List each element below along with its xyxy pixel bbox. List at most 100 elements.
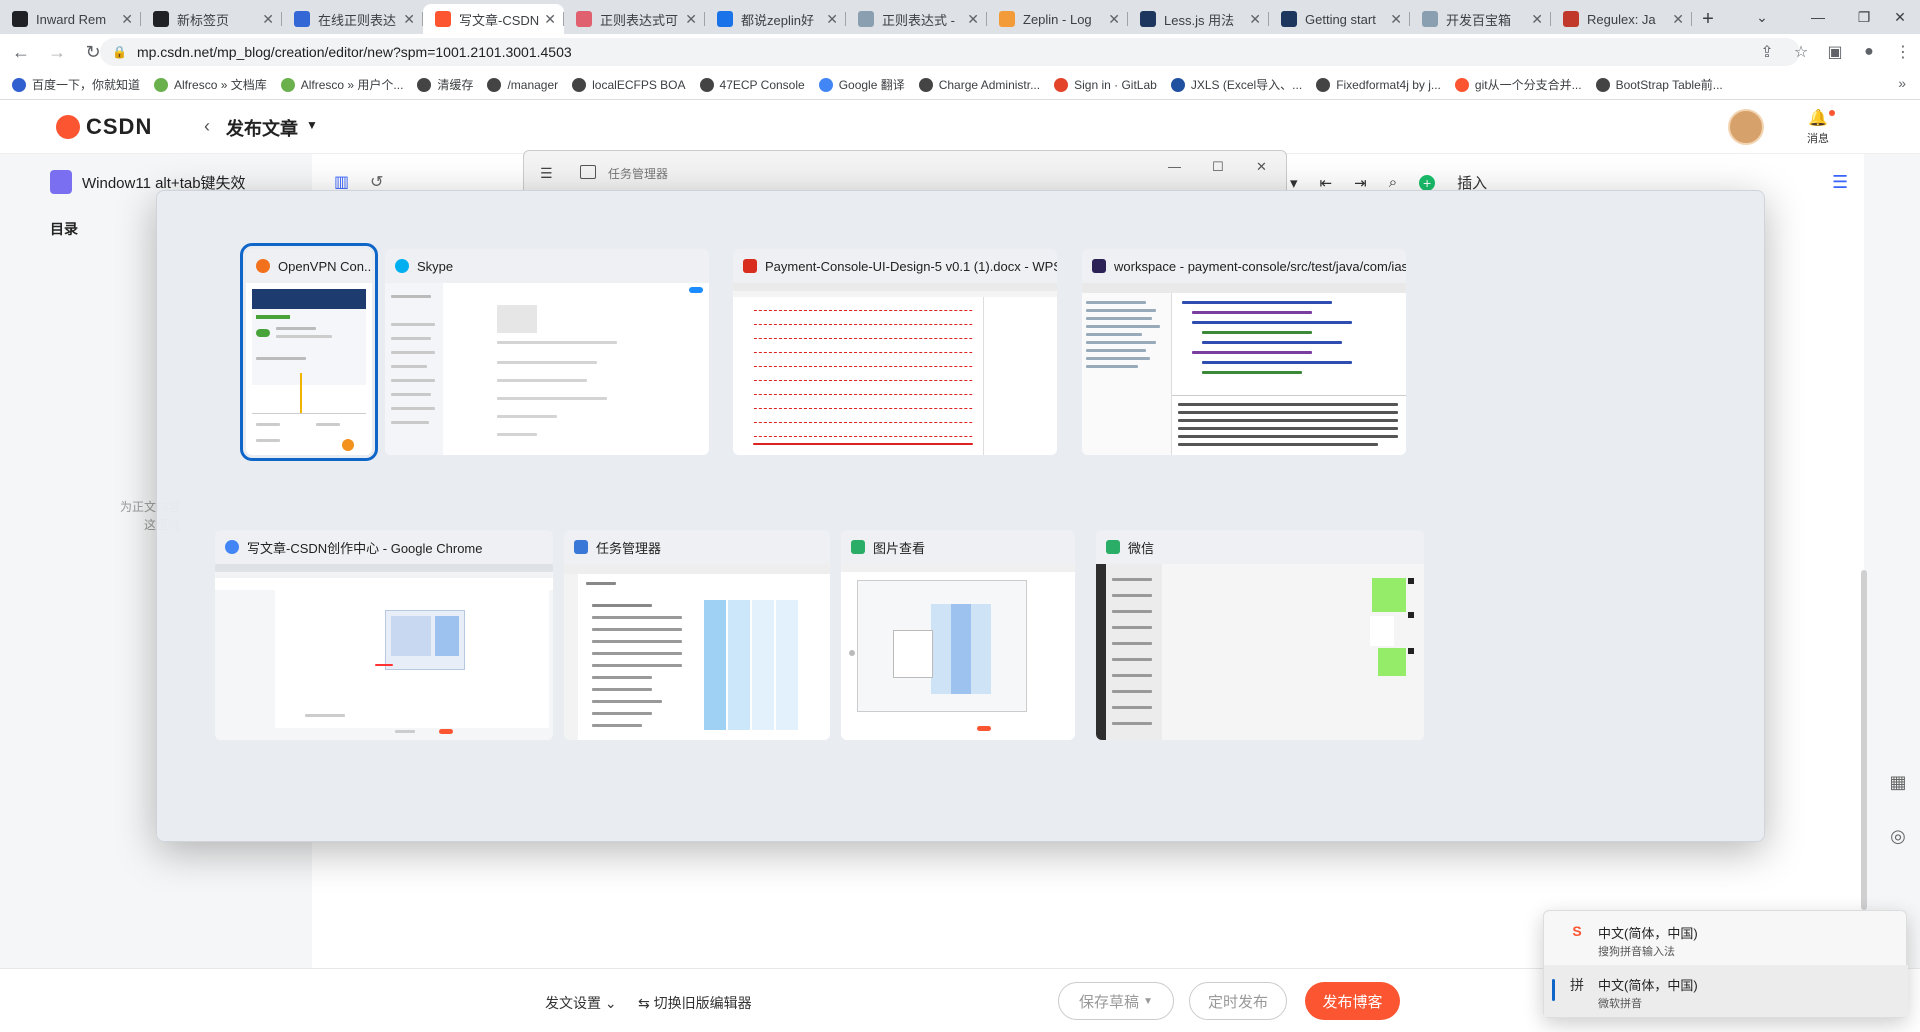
search-icon[interactable]: ⌕ bbox=[1389, 174, 1397, 191]
menu-icon[interactable]: ⋮ bbox=[1886, 42, 1920, 62]
window-title: 图片查看 bbox=[873, 540, 926, 556]
indent-increase-icon[interactable]: ⇥ bbox=[1354, 174, 1367, 192]
bookmark-item[interactable]: 百度一下，你就知道 bbox=[12, 76, 140, 93]
favicon-icon bbox=[153, 11, 169, 27]
switcher-window-card[interactable]: 任务管理器 bbox=[564, 530, 830, 740]
browser-tab[interactable]: Zeplin - Log ✕ bbox=[987, 4, 1128, 34]
browser-tab[interactable]: Inward Rem ✕ bbox=[0, 4, 141, 34]
tab-close-icon[interactable]: ✕ bbox=[1531, 11, 1543, 28]
switcher-window-card[interactable]: workspace - payment-console/src/test/jav… bbox=[1082, 249, 1406, 455]
indent-decrease-icon[interactable]: ⇤ bbox=[1320, 174, 1333, 192]
switcher-window-card[interactable]: 微信 bbox=[1096, 530, 1424, 740]
browser-tab[interactable]: Regulex: Ja ✕ bbox=[1551, 4, 1692, 34]
tab-label: Regulex: Ja bbox=[1587, 11, 1656, 27]
page-title[interactable]: 发布文章 bbox=[226, 115, 298, 141]
maximize-icon[interactable]: ☐ bbox=[1212, 159, 1224, 175]
switcher-window-card[interactable]: OpenVPN Con... bbox=[240, 243, 378, 461]
browser-tab[interactable]: 正则表达式 - ✕ bbox=[846, 4, 987, 34]
browser-tab[interactable]: 在线正则表达 ✕ bbox=[282, 4, 423, 34]
tab-close-icon[interactable]: ✕ bbox=[1672, 11, 1684, 28]
bookmark-item[interactable]: JXLS (Excel导入、... bbox=[1170, 76, 1303, 93]
tab-search-icon[interactable]: ⌄ bbox=[1734, 0, 1790, 34]
window-title: 微信 bbox=[1128, 540, 1155, 556]
bookmark-item[interactable]: 47ECP Console bbox=[699, 77, 805, 92]
switcher-window-card[interactable]: 写文章-CSDN创作中心 - Google Chrome bbox=[215, 530, 553, 740]
caret-down-icon[interactable]: ▼ bbox=[306, 118, 318, 132]
notifications-label[interactable]: 消息 bbox=[1800, 130, 1836, 146]
browser-tab[interactable]: 正则表达式可 ✕ bbox=[564, 4, 705, 34]
tab-close-icon[interactable]: ✕ bbox=[967, 11, 979, 28]
close-icon[interactable]: ✕ bbox=[1256, 159, 1267, 175]
back-icon[interactable]: ← bbox=[6, 37, 36, 67]
favicon-icon bbox=[1563, 11, 1579, 27]
bookmark-item[interactable]: Alfresco » 文档库 bbox=[154, 76, 267, 93]
bookmark-icon bbox=[1595, 77, 1610, 92]
schedule-button[interactable]: 定时发布 bbox=[1189, 982, 1287, 1020]
ime-option-microsoft-pinyin[interactable]: 拼 中文(简体，中国) 微软拼音 bbox=[1544, 965, 1908, 1017]
ime-option-sogou[interactable]: S 中文(简体，中国) 搜狗拼音输入法 bbox=[1544, 913, 1908, 965]
tab-close-icon[interactable]: ✕ bbox=[262, 11, 274, 28]
new-tab-button[interactable]: + bbox=[1692, 4, 1724, 34]
favicon-icon bbox=[999, 11, 1015, 27]
bookmark-item[interactable]: Charge Administr... bbox=[918, 77, 1040, 92]
browser-tab[interactable]: 新标签页 ✕ bbox=[141, 4, 282, 34]
layout-toggle-icon[interactable]: ▥ bbox=[334, 172, 349, 192]
profile-icon[interactable]: ● bbox=[1852, 43, 1886, 61]
bookmark-item[interactable]: Sign in · GitLab bbox=[1054, 77, 1157, 92]
post-settings-button[interactable]: 发文设置 ⌄ bbox=[545, 993, 617, 1013]
sidepanel-icon[interactable]: ▣ bbox=[1818, 42, 1852, 62]
photo-viewer-icon bbox=[851, 540, 865, 554]
bookmarks-bar: 百度一下，你就知道 Alfresco » 文档库 Alfresco » 用户个...… bbox=[0, 70, 1920, 100]
hamburger-icon[interactable]: ☰ bbox=[540, 165, 553, 182]
close-window-button[interactable]: ✕ bbox=[1880, 0, 1920, 34]
switcher-window-card[interactable]: Payment-Console-UI-Design-5 v0.1 (1).doc… bbox=[733, 249, 1057, 455]
browser-tab[interactable]: 写文章-CSDN ✕ bbox=[423, 4, 564, 34]
bookmark-item[interactable]: BootStrap Table前... bbox=[1595, 76, 1723, 93]
tab-close-icon[interactable]: ✕ bbox=[685, 11, 697, 28]
window-title: OpenVPN Con... bbox=[278, 258, 372, 274]
browser-tab[interactable]: Less.js 用法 ✕ bbox=[1128, 4, 1269, 34]
back-chevron-icon[interactable]: ‹ bbox=[204, 116, 210, 137]
csdn-logo[interactable]: CSDN bbox=[56, 114, 152, 140]
window-thumbnail bbox=[1082, 283, 1406, 455]
switcher-window-card[interactable]: Skype bbox=[385, 249, 709, 455]
qrcode-icon[interactable]: ▦ bbox=[1886, 772, 1910, 796]
browser-tab[interactable]: 开发百宝箱 ✕ bbox=[1410, 4, 1551, 34]
bookmarks-overflow-icon[interactable]: » bbox=[1898, 75, 1906, 91]
bookmark-item[interactable]: 清缓存 bbox=[417, 76, 473, 93]
tab-close-icon[interactable]: ✕ bbox=[403, 11, 415, 28]
publish-button[interactable]: 发布博客 bbox=[1305, 982, 1400, 1020]
switch-editor-button[interactable]: ⇆ 切换旧版编辑器 bbox=[638, 993, 752, 1013]
tab-close-icon[interactable]: ✕ bbox=[544, 11, 556, 28]
tab-close-icon[interactable]: ✕ bbox=[1108, 11, 1120, 28]
forward-icon[interactable]: → bbox=[42, 37, 72, 67]
address-bar[interactable]: 🔒 mp.csdn.net/mp_blog/creation/editor/ne… bbox=[100, 38, 1800, 66]
share-icon[interactable]: ⇪ bbox=[1750, 42, 1784, 62]
bookmark-icon bbox=[1054, 77, 1069, 92]
bookmark-item[interactable]: /manager bbox=[487, 77, 558, 92]
minimize-icon[interactable]: — bbox=[1168, 159, 1181, 174]
browser-tab[interactable]: Getting start ✕ bbox=[1269, 4, 1410, 34]
bookmark-item[interactable]: localECFPS BOA bbox=[572, 77, 686, 92]
bookmark-item[interactable]: Fixedformat4j by j... bbox=[1316, 77, 1441, 92]
card-header: OpenVPN Con... bbox=[246, 249, 372, 283]
bookmark-item[interactable]: Google 翻译 bbox=[818, 76, 905, 93]
dropdown-caret-icon[interactable]: ▾ bbox=[1290, 174, 1298, 192]
browser-tab[interactable]: 都说zeplin好 ✕ bbox=[705, 4, 846, 34]
headset-icon[interactable]: ◎ bbox=[1886, 826, 1910, 850]
avatar[interactable] bbox=[1728, 109, 1764, 145]
bookmark-star-icon[interactable]: ☆ bbox=[1784, 42, 1818, 62]
ime-sub: 微软拼音 bbox=[1598, 998, 1642, 1010]
history-icon[interactable]: ↺ bbox=[370, 172, 383, 192]
bookmark-item[interactable]: git从一个分支合并... bbox=[1454, 76, 1582, 93]
tab-close-icon[interactable]: ✕ bbox=[1249, 11, 1261, 28]
tab-close-icon[interactable]: ✕ bbox=[1390, 11, 1402, 28]
bookmark-item[interactable]: Alfresco » 用户个... bbox=[280, 76, 403, 93]
tab-close-icon[interactable]: ✕ bbox=[121, 11, 133, 28]
switcher-window-card[interactable]: 图片查看 bbox=[841, 530, 1075, 740]
tab-close-icon[interactable]: ✕ bbox=[826, 11, 838, 28]
outline-menu-icon[interactable]: ☰ bbox=[1832, 172, 1848, 193]
scrollbar[interactable] bbox=[1861, 570, 1867, 910]
bookmark-label: JXLS (Excel导入、... bbox=[1190, 78, 1303, 92]
save-draft-button[interactable]: 保存草稿 ▼ bbox=[1058, 982, 1174, 1020]
